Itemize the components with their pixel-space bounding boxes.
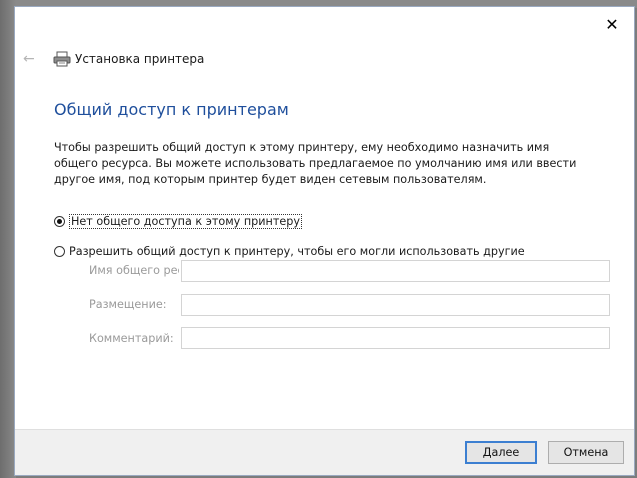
back-button[interactable]: ← <box>23 51 41 67</box>
description-text: Чтобы разрешить общий доступ к этому при… <box>54 141 577 186</box>
radio-allow-sharing-label: Разрешить общий доступ к принтеру, чтобы… <box>69 245 525 258</box>
dialog-footer: Далее Отмена <box>15 429 634 475</box>
next-button[interactable]: Далее <box>465 441 537 464</box>
location-label: Размещение: <box>89 298 167 311</box>
cancel-button[interactable]: Отмена <box>548 441 624 464</box>
radio-no-sharing[interactable]: Нет общего доступа к этому принтеру <box>54 214 302 229</box>
radio-allow-sharing[interactable]: Разрешить общий доступ к принтеру, чтобы… <box>54 245 525 258</box>
close-button[interactable]: ✕ <box>600 13 624 35</box>
share-name-input[interactable] <box>181 260 610 282</box>
comment-input[interactable] <box>181 327 610 349</box>
radio-button-unselected[interactable] <box>54 246 65 257</box>
back-arrow-icon: ← <box>23 51 35 67</box>
comment-label: Комментарий: <box>89 332 174 345</box>
radio-no-sharing-label: Нет общего доступа к этому принтеру <box>69 214 302 229</box>
location-input[interactable] <box>181 294 610 316</box>
printer-icon <box>53 51 71 67</box>
radio-button-selected[interactable] <box>54 216 65 227</box>
printer-setup-dialog: ✕ ← Установка принтера Общий доступ к пр… <box>14 6 635 476</box>
page-title: Общий доступ к принтерам <box>54 100 289 119</box>
share-name-label: Имя общего рес <box>89 264 179 277</box>
close-icon: ✕ <box>605 14 619 34</box>
window-title: Установка принтера <box>75 52 205 66</box>
